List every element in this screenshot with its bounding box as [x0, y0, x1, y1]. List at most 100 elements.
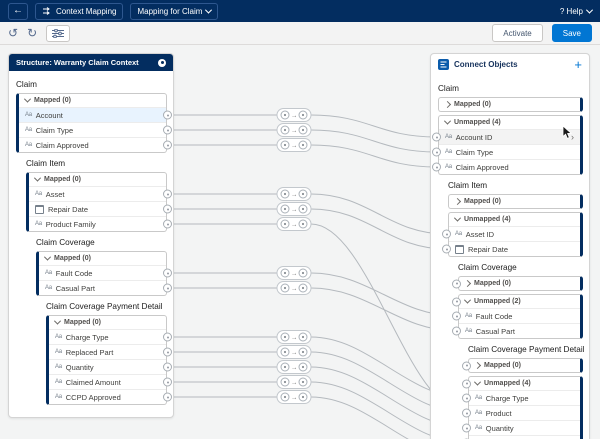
- connection-port[interactable]: [462, 379, 471, 388]
- connect-objects-title: Connect Objects: [454, 60, 518, 69]
- field-row[interactable]: AaClaim Approved: [19, 137, 166, 152]
- field-row[interactable]: AaReplaced Part: [49, 344, 166, 359]
- connection-port[interactable]: [452, 327, 461, 336]
- connection-port[interactable]: [452, 312, 461, 321]
- connection-port[interactable]: [163, 205, 172, 214]
- mapping-pill[interactable]: →: [277, 124, 311, 137]
- connection-port[interactable]: [163, 348, 172, 357]
- mapping-pill[interactable]: →: [277, 331, 311, 344]
- connection-port[interactable]: [432, 163, 441, 172]
- field-row[interactable]: Repair Date: [449, 241, 580, 256]
- mapping-pill[interactable]: →: [277, 139, 311, 152]
- connection-port[interactable]: [163, 378, 172, 387]
- group-toggle[interactable]: Mapped (0): [29, 173, 166, 186]
- group-toggle[interactable]: Unmapped (4): [439, 116, 580, 129]
- group-toggle[interactable]: Mapped (0): [439, 98, 580, 111]
- field-row[interactable]: AaCharge Type: [49, 329, 166, 344]
- field-row[interactable]: AaAccount: [19, 107, 166, 122]
- app-title-box[interactable]: Context Mapping: [35, 3, 123, 20]
- group-toggle[interactable]: Mapped (0): [459, 277, 580, 290]
- connection-port[interactable]: [163, 126, 172, 135]
- field-row[interactable]: AaClaimed Amount: [469, 435, 580, 439]
- mapping-pill[interactable]: →: [277, 218, 311, 231]
- connection-port[interactable]: [163, 284, 172, 293]
- field-row[interactable]: AaAccount ID›: [439, 129, 580, 144]
- mapping-pill[interactable]: →: [277, 203, 311, 216]
- connection-port[interactable]: [163, 393, 172, 402]
- group-toggle[interactable]: Mapped (0): [19, 94, 166, 107]
- mapping-pill[interactable]: →: [277, 376, 311, 389]
- connection-port[interactable]: [432, 133, 441, 142]
- connection-port[interactable]: [163, 333, 172, 342]
- mapping-pill[interactable]: →: [277, 346, 311, 359]
- connection-port[interactable]: [462, 409, 471, 418]
- connection-port[interactable]: [462, 361, 471, 370]
- undo-button[interactable]: ↺: [8, 27, 18, 39]
- field-row[interactable]: AaCharge Type: [469, 390, 580, 405]
- activate-button[interactable]: Activate: [492, 24, 542, 42]
- mapping-pill[interactable]: →: [277, 188, 311, 201]
- chevron-down-icon: [24, 96, 31, 103]
- mapping-pill[interactable]: →: [277, 282, 311, 295]
- field-row[interactable]: AaAsset: [29, 186, 166, 201]
- field-row[interactable]: AaClaim Type: [19, 122, 166, 137]
- field-row[interactable]: AaAsset ID: [449, 226, 580, 241]
- arrow-right-icon: →: [291, 394, 298, 401]
- connection-port[interactable]: [442, 245, 451, 254]
- gear-icon[interactable]: [158, 59, 166, 67]
- connection-port[interactable]: [163, 111, 172, 120]
- field-row[interactable]: Repair Date: [29, 201, 166, 216]
- save-button[interactable]: Save: [552, 24, 592, 42]
- field-row[interactable]: AaFault Code: [39, 265, 166, 280]
- mapping-pill[interactable]: →: [277, 361, 311, 374]
- group-toggle[interactable]: Mapped (0): [469, 359, 580, 372]
- connection-port[interactable]: [163, 141, 172, 150]
- group-toggle[interactable]: Mapped (0): [39, 252, 166, 265]
- connection-port[interactable]: [462, 424, 471, 433]
- connection-port[interactable]: [442, 230, 451, 239]
- back-button[interactable]: ←: [8, 3, 28, 20]
- field-row[interactable]: AaQuantity: [469, 420, 580, 435]
- redo-button[interactable]: ↻: [27, 27, 37, 39]
- connection-port[interactable]: [452, 279, 461, 288]
- group-toggle[interactable]: Unmapped (4): [469, 377, 580, 390]
- mapping-selector[interactable]: Mapping for Claim: [130, 3, 218, 20]
- group-toggle[interactable]: Mapped (0): [449, 195, 580, 208]
- group-toggle[interactable]: Mapped (0): [49, 316, 166, 329]
- connect-objects-header: Connect Objects +: [431, 54, 589, 75]
- field-label: Fault Code: [476, 312, 513, 321]
- add-object-button[interactable]: +: [574, 58, 582, 71]
- group-toggle[interactable]: Unmapped (4): [449, 213, 580, 226]
- mapping-pill[interactable]: →: [277, 267, 311, 280]
- connection-port[interactable]: [163, 220, 172, 229]
- help-label: ? Help: [560, 7, 583, 16]
- connection-port[interactable]: [163, 363, 172, 372]
- help-menu[interactable]: ? Help: [560, 7, 592, 16]
- mapping-pill[interactable]: →: [277, 109, 311, 122]
- field-label: Replaced Part: [66, 348, 114, 357]
- field-group: Unmapped (4)AaCharge TypeAaProductAaQuan…: [468, 376, 583, 439]
- text-field-icon: Aa: [475, 395, 482, 401]
- text-field-icon: Aa: [45, 285, 52, 291]
- field-label: Claim Type: [36, 126, 73, 135]
- group-toggle[interactable]: Unmapped (2): [459, 295, 580, 308]
- field-row[interactable]: AaProduct: [469, 405, 580, 420]
- display-options-button[interactable]: [46, 25, 70, 42]
- connection-port[interactable]: [163, 190, 172, 199]
- mapping-pill[interactable]: →: [277, 391, 311, 404]
- field-row[interactable]: AaClaim Approved: [439, 159, 580, 174]
- field-row[interactable]: AaCCPD Approved: [49, 389, 166, 404]
- connection-port[interactable]: [432, 148, 441, 157]
- connection-port[interactable]: [462, 394, 471, 403]
- field-row[interactable]: AaClaim Type: [439, 144, 580, 159]
- connection-port[interactable]: [452, 297, 461, 306]
- field-row[interactable]: AaProduct Family: [29, 216, 166, 231]
- field-group: Mapped (0)AaFault CodeAaCasual Part: [36, 251, 167, 296]
- field-row[interactable]: AaCasual Part: [39, 280, 166, 295]
- field-row[interactable]: AaCasual Part: [459, 323, 580, 338]
- field-row[interactable]: AaQuantity: [49, 359, 166, 374]
- field-row[interactable]: AaFault Code: [459, 308, 580, 323]
- top-nav-bar: ← Context Mapping Mapping for Claim ? He…: [0, 0, 600, 22]
- field-row[interactable]: AaClaimed Amount: [49, 374, 166, 389]
- connection-port[interactable]: [163, 269, 172, 278]
